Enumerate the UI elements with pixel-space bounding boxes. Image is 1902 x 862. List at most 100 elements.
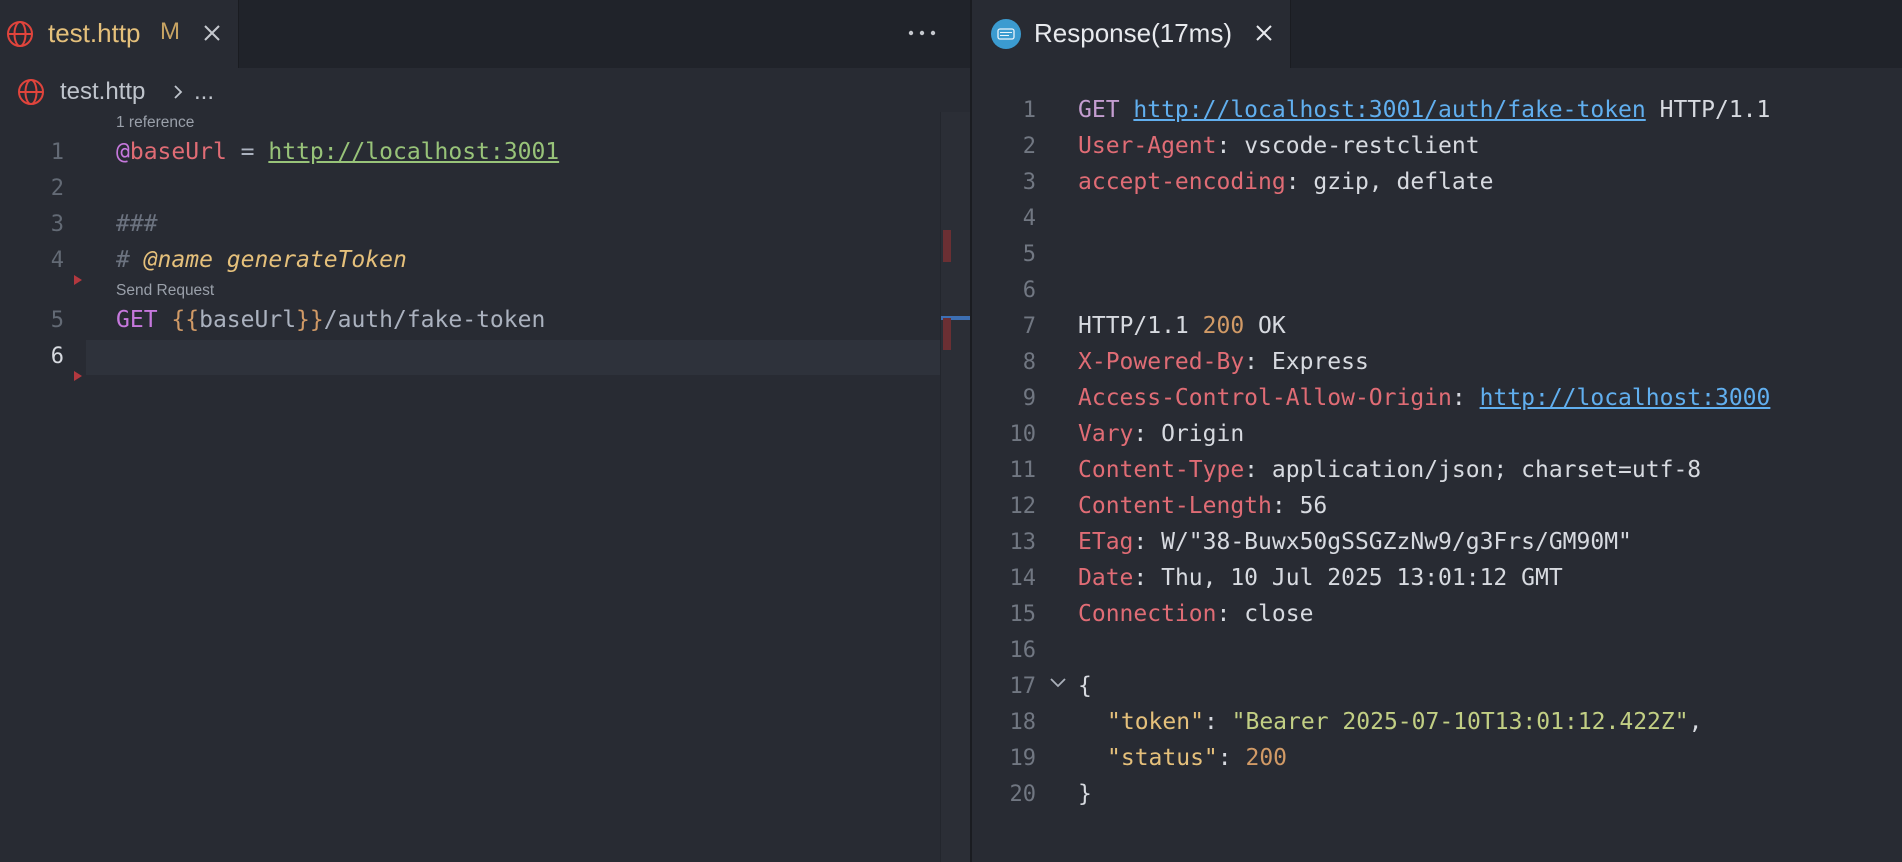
header-name: Connection <box>1078 601 1217 627</box>
json-comma: , <box>1688 709 1703 735</box>
header-separator: : <box>1244 457 1272 483</box>
code-line-3[interactable]: ### <box>116 211 158 237</box>
header-line[interactable]: ETag: W/"38-Buwx50gSSGZzNw9/g3Frs/GM90M" <box>1078 529 1632 555</box>
header-value: Origin <box>1161 421 1245 447</box>
close-icon[interactable] <box>1252 21 1276 45</box>
header-line[interactable]: accept-encoding: gzip, deflate <box>1078 169 1493 195</box>
header-value: W/"38-Buwx50gSSGZzNw9/g3Frs/GM90M" <box>1161 529 1632 555</box>
header-name: X-Powered-By <box>1078 349 1245 375</box>
json-close-brace[interactable]: } <box>1078 781 1092 807</box>
header-line[interactable]: Access-Control-Allow-Origin: http://loca… <box>1078 385 1770 411</box>
template-close: }} <box>296 307 324 333</box>
header-line[interactable]: Content-Length: 56 <box>1078 493 1327 519</box>
header-separator: : <box>1133 565 1162 591</box>
breadcrumb: test.http ... <box>0 68 940 112</box>
template-variable: baseUrl <box>199 307 297 333</box>
tab-test-http[interactable]: test.http M <box>0 0 239 68</box>
json-open-brace[interactable]: { <box>1078 673 1092 699</box>
line-number: 6 <box>1022 278 1036 303</box>
header-value: vscode-restclient <box>1244 133 1480 159</box>
caret-right-icon[interactable] <box>73 370 83 382</box>
overview-marker <box>943 318 951 350</box>
line-number: 11 <box>1009 458 1037 483</box>
header-value: 56 <box>1299 493 1328 519</box>
codelens-send-request[interactable]: Send Request <box>116 282 214 300</box>
line-number: 1 <box>50 140 64 165</box>
line-number: 1 <box>1022 98 1036 123</box>
variable-sigil: @ <box>116 139 130 165</box>
request-url-link[interactable]: http://localhost:3001/auth/fake-token <box>1133 97 1645 123</box>
close-icon[interactable] <box>200 21 224 45</box>
request-path: /auth/fake-token <box>323 307 546 333</box>
modified-indicator: M <box>160 18 180 45</box>
status-line[interactable]: HTTP/1.1 200 OK <box>1078 313 1286 339</box>
header-value: close <box>1244 601 1314 627</box>
header-name: Vary <box>1078 421 1134 447</box>
line-number: 7 <box>1022 314 1036 339</box>
caret-right-icon[interactable] <box>73 274 83 286</box>
origin-url-link[interactable]: http://localhost:3000 <box>1480 385 1771 411</box>
line-number: 2 <box>50 176 64 201</box>
annotation-name: generateToken <box>212 247 407 273</box>
status-code: 200 <box>1202 313 1245 339</box>
header-separator: : <box>1285 169 1314 195</box>
json-token-line[interactable]: "token": "Bearer 2025-07-10T13:01:12.422… <box>1107 709 1702 735</box>
tab-title: Response(17ms) <box>1034 18 1232 48</box>
request-separator: ### <box>116 211 158 237</box>
line-number: 8 <box>1022 350 1036 375</box>
json-string-value: "Bearer 2025-07-10T13:01:12.422Z" <box>1231 709 1689 735</box>
code-line-5[interactable]: GET {{baseUrl}}/auth/fake-token <box>116 307 545 333</box>
request-editor-pane: test.http M test.http ... 1 reference Se… <box>0 0 971 862</box>
header-name: ETag <box>1078 529 1134 555</box>
line-number: 4 <box>50 248 64 273</box>
tab-response[interactable]: Response(17ms) <box>972 0 1291 68</box>
json-status-line[interactable]: "status": 200 <box>1107 745 1287 771</box>
request-method: GET <box>1078 97 1134 123</box>
header-separator: : <box>1451 385 1480 411</box>
header-value: Thu, 10 Jul 2025 13:01:12 GMT <box>1161 565 1563 591</box>
status-protocol: HTTP/1.1 <box>1078 313 1203 339</box>
code-line-4[interactable]: # @name generateToken <box>116 247 407 273</box>
line-number: 16 <box>1009 638 1037 663</box>
request-line[interactable]: GET http://localhost:3001/auth/fake-toke… <box>1078 97 1770 123</box>
request-protocol: HTTP/1.1 <box>1645 97 1771 123</box>
header-line[interactable]: Vary: Origin <box>1078 421 1244 447</box>
line-number: 5 <box>1022 242 1036 267</box>
left-tab-bar: test.http M <box>0 0 970 68</box>
header-line[interactable]: User-Agent: vscode-restclient <box>1078 133 1480 159</box>
breadcrumb-more[interactable]: ... <box>194 78 214 106</box>
line-number-active: 6 <box>50 344 64 369</box>
response-pane: Response(17ms) 1 2 3 4 5 6 7 8 9 10 11 1… <box>972 0 1902 862</box>
line-number: 14 <box>1009 566 1037 591</box>
annotation-tag: @name <box>143 247 213 273</box>
header-value: gzip, deflate <box>1313 169 1494 195</box>
header-line[interactable]: Content-Type: application/json; charset=… <box>1078 457 1701 483</box>
header-separator: : <box>1216 601 1245 627</box>
codelens-reference[interactable]: 1 reference <box>116 114 194 132</box>
more-actions-icon[interactable] <box>902 18 942 48</box>
json-separator: : <box>1217 745 1246 771</box>
editor-scrollbar[interactable] <box>940 112 971 862</box>
header-line[interactable]: X-Powered-By: Express <box>1078 349 1369 375</box>
header-name: Date <box>1078 565 1134 591</box>
current-line-highlight <box>86 340 942 375</box>
line-number: 12 <box>1009 494 1037 519</box>
breadcrumb-file[interactable]: test.http <box>60 78 145 106</box>
header-value: Express <box>1271 349 1369 375</box>
header-separator: : <box>1244 349 1272 375</box>
header-line[interactable]: Date: Thu, 10 Jul 2025 13:01:12 GMT <box>1078 565 1563 591</box>
comment-hash: # <box>116 247 144 273</box>
line-number: 20 <box>1009 782 1037 807</box>
base-url-value[interactable]: http://localhost:3001 <box>268 139 559 165</box>
header-name: accept-encoding <box>1078 169 1286 195</box>
header-name: Content-Type <box>1078 457 1245 483</box>
chevron-down-icon[interactable] <box>1049 676 1067 690</box>
status-text: OK <box>1244 313 1286 339</box>
overview-marker <box>943 230 951 262</box>
line-number: 3 <box>1022 170 1036 195</box>
header-line[interactable]: Connection: close <box>1078 601 1313 627</box>
json-separator: : <box>1203 709 1232 735</box>
code-line-1[interactable]: @baseUrl = http://localhost:3001 <box>116 139 559 165</box>
line-number: 3 <box>50 212 64 237</box>
line-number: 13 <box>1009 530 1037 555</box>
